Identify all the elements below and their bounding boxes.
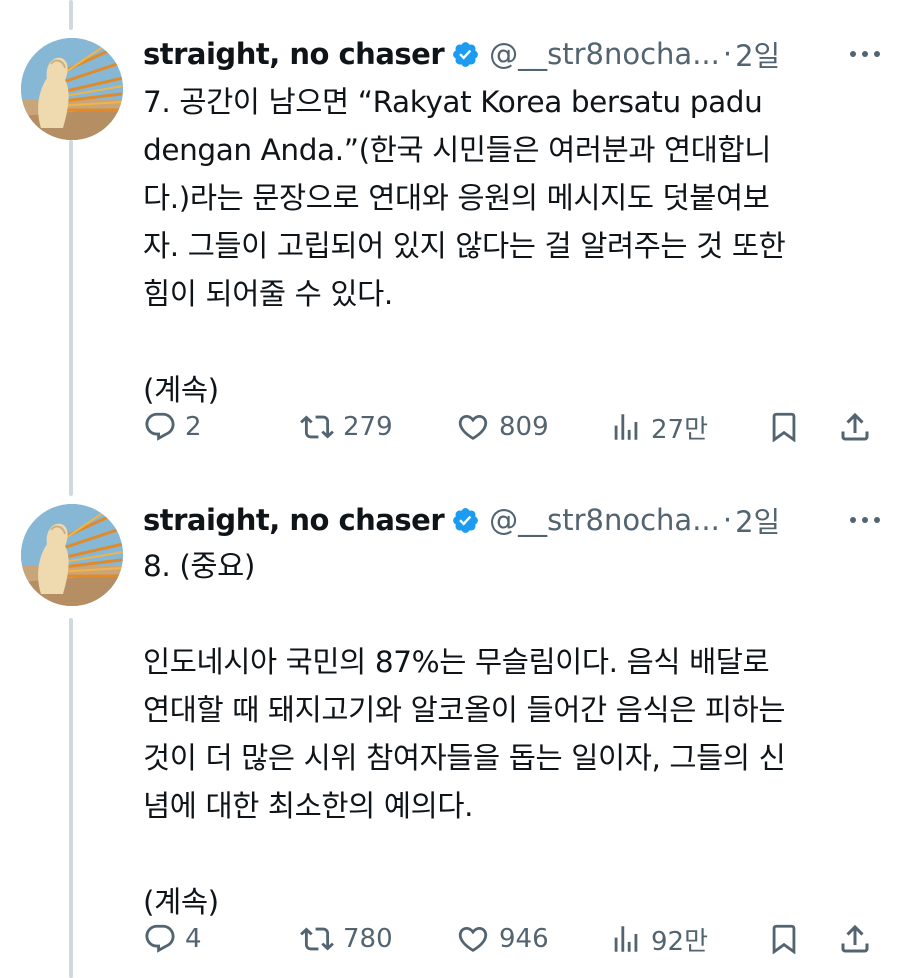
repost-button[interactable]: 279 xyxy=(299,410,393,444)
reply-count: 2 xyxy=(185,412,202,442)
bookmark-icon xyxy=(772,924,796,955)
tweet-header: straight, no chaser @__str8nocha... · 2일 xyxy=(143,496,880,544)
display-name[interactable]: straight, no chaser xyxy=(143,503,445,537)
repost-icon xyxy=(300,927,334,951)
share-icon xyxy=(841,924,869,953)
tweet-actions: 4 780 946 92만 xyxy=(143,919,878,959)
like-icon xyxy=(458,926,488,952)
timestamp[interactable]: 2일 xyxy=(735,33,780,75)
like-icon xyxy=(458,414,488,440)
share-button[interactable] xyxy=(837,921,873,957)
views-count: 27만 xyxy=(651,414,709,445)
views-count: 92만 xyxy=(651,926,709,957)
like-button[interactable]: 809 xyxy=(455,410,549,444)
share-icon xyxy=(841,412,869,441)
bookmark-button[interactable] xyxy=(767,921,801,957)
timestamp[interactable]: 2일 xyxy=(735,499,780,541)
reply-icon xyxy=(145,412,175,441)
like-count: 809 xyxy=(499,412,549,442)
separator-dot: · xyxy=(722,503,733,537)
share-button[interactable] xyxy=(837,409,873,445)
views-button[interactable]: 27만 xyxy=(609,409,708,446)
repost-count: 780 xyxy=(343,924,393,954)
more-icon[interactable] xyxy=(850,32,880,76)
repost-icon xyxy=(300,415,334,439)
avatar[interactable] xyxy=(21,38,123,140)
repost-button[interactable]: 780 xyxy=(299,922,393,956)
views-button[interactable]: 92만 xyxy=(609,921,708,958)
reply-button[interactable]: 2 xyxy=(143,410,202,444)
avatar[interactable] xyxy=(21,504,123,606)
like-count: 946 xyxy=(499,924,549,954)
bookmark-icon xyxy=(772,412,796,443)
reply-icon xyxy=(145,924,175,953)
repost-count: 279 xyxy=(343,412,393,442)
verified-badge-icon xyxy=(451,506,480,535)
tweet-header: straight, no chaser @__str8nocha... · 2일 xyxy=(143,30,880,78)
tweet-actions: 2 279 809 27만 xyxy=(143,407,878,447)
views-icon xyxy=(614,414,638,440)
tweet-text: 8. (중요) 인도네시아 국민의 87%는 무슬림이다. 음식 배달로 연대할… xyxy=(143,549,786,919)
user-handle[interactable]: @__str8nocha... xyxy=(489,37,720,71)
user-handle[interactable]: @__str8nocha... xyxy=(489,503,720,537)
display-name[interactable]: straight, no chaser xyxy=(143,37,445,71)
separator-dot: · xyxy=(722,37,733,71)
reply-button[interactable]: 4 xyxy=(143,922,202,956)
tweet-text: 7. 공간이 남으면 “Rakyat Korea bersatu padu de… xyxy=(143,85,786,407)
views-icon xyxy=(614,926,638,952)
more-icon[interactable] xyxy=(850,498,880,542)
reply-count: 4 xyxy=(185,924,202,954)
bookmark-button[interactable] xyxy=(767,409,801,445)
tweet[interactable]: straight, no chaser @__str8nocha... · 2일… xyxy=(0,0,900,490)
like-button[interactable]: 946 xyxy=(455,922,549,956)
verified-badge-icon xyxy=(451,40,480,69)
tweet[interactable]: straight, no chaser @__str8nocha... · 2일… xyxy=(0,496,900,978)
